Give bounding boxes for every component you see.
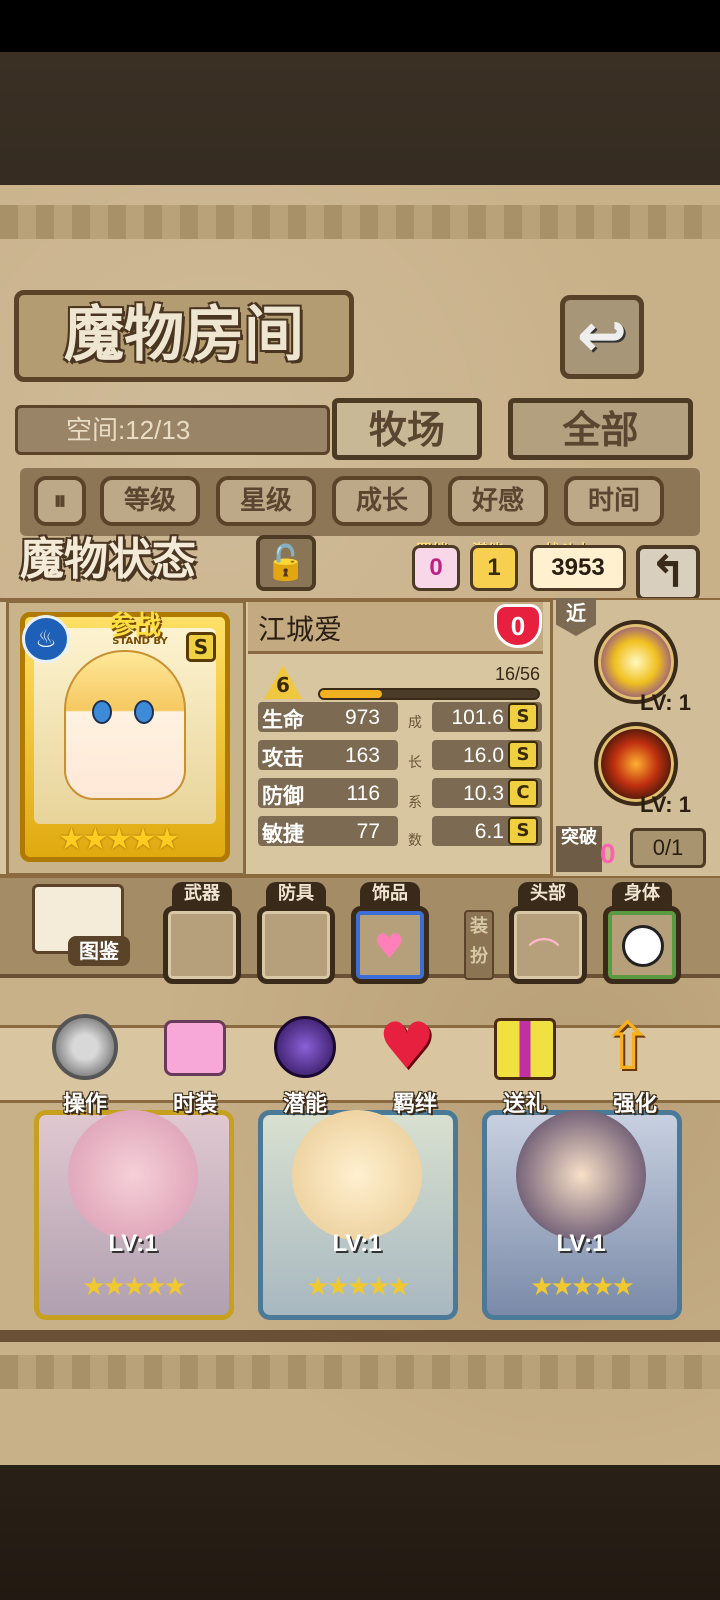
bond-value: 0 bbox=[412, 545, 460, 591]
monster-stars: ★★★★★ bbox=[306, 1272, 411, 1302]
star-rating: ★★★★★ bbox=[58, 822, 180, 857]
hearts-icon: ♥ bbox=[378, 1010, 436, 1084]
body-label: 身体 bbox=[612, 882, 672, 906]
list-bottom-border bbox=[0, 1330, 720, 1342]
growth-label-char: 成 bbox=[408, 715, 422, 731]
operate-label: 操作 bbox=[62, 1092, 107, 1117]
fashion-label: 时装 bbox=[172, 1092, 217, 1117]
lock-icon[interactable]: 🔓 bbox=[256, 535, 316, 591]
headband-icon: ⌒ bbox=[528, 935, 561, 973]
up-arrow-icon: ⇧ bbox=[600, 1008, 656, 1085]
stat-value-def: 116 bbox=[346, 782, 380, 805]
skill-level: LV: 1 bbox=[640, 690, 691, 715]
sort-order-button[interactable]: ⏸ bbox=[34, 476, 86, 526]
zigzag-border-bottom bbox=[0, 1355, 720, 1389]
break-value: 0 bbox=[600, 838, 616, 869]
monster-level: LV:1 bbox=[332, 1230, 382, 1257]
head-label: 头部 bbox=[518, 882, 578, 906]
growth-value-def: 10.3 bbox=[463, 782, 504, 805]
growth-rank-hp: S bbox=[508, 703, 538, 731]
encyclopedia-button[interactable]: 图鉴 bbox=[28, 880, 132, 976]
growth-value-agi: 6.1 bbox=[474, 820, 504, 843]
standby-sub-label: STAND BY bbox=[112, 636, 168, 647]
clothes-icon bbox=[164, 1020, 226, 1076]
gift-icon bbox=[494, 1018, 556, 1080]
growth-label-char: 系 bbox=[408, 795, 422, 811]
skill-level: LV: 1 bbox=[640, 792, 691, 817]
sort-level-button[interactable]: 等级 bbox=[100, 476, 200, 526]
character-name: 江城爱 bbox=[258, 614, 343, 645]
power-value: 3953 bbox=[530, 545, 626, 591]
growth-rank-def: C bbox=[508, 779, 538, 807]
space-counter: 空间:12/13 bbox=[15, 405, 330, 455]
demon-icon bbox=[274, 1016, 336, 1078]
growth-label-char: 数 bbox=[408, 833, 422, 849]
stat-value-hp: 973 bbox=[344, 706, 380, 729]
body-slot[interactable] bbox=[603, 906, 681, 984]
bond-action-label: 羁绊 bbox=[392, 1092, 437, 1117]
exp-text: 16/56 bbox=[494, 664, 540, 684]
sort-affection-button[interactable]: 好感 bbox=[448, 476, 548, 526]
monster-stars: ★★★★★ bbox=[530, 1272, 635, 1302]
rank-badge: S bbox=[186, 632, 216, 662]
monster-portrait bbox=[68, 1110, 198, 1240]
weapon-slot[interactable] bbox=[163, 906, 241, 984]
monster-level: LV:1 bbox=[108, 1230, 158, 1257]
book-label: 图鉴 bbox=[68, 936, 130, 966]
potential-action-label: 潜能 bbox=[282, 1092, 327, 1117]
potential-value: 1 bbox=[470, 545, 518, 591]
sort-time-button[interactable]: 时间 bbox=[564, 476, 664, 526]
armor-slot[interactable] bbox=[257, 906, 335, 984]
accessory-label: 饰品 bbox=[360, 882, 420, 906]
sort-star-button[interactable]: 星级 bbox=[216, 476, 316, 526]
tab-all[interactable]: 全部 bbox=[508, 398, 693, 460]
water-element-icon: ♨ bbox=[22, 615, 70, 663]
upgrade-label: 强化 bbox=[612, 1092, 657, 1117]
growth-rank-agi: S bbox=[508, 817, 538, 845]
growth-value-atk: 16.0 bbox=[463, 744, 504, 767]
accessory-slot[interactable]: ♥ bbox=[351, 906, 429, 984]
exp-bar-fill bbox=[320, 690, 382, 698]
monster-portrait bbox=[292, 1110, 422, 1240]
gift-label: 送礼 bbox=[502, 1092, 547, 1117]
portrait-eye-right bbox=[134, 700, 154, 724]
monster-stars: ★★★★★ bbox=[82, 1272, 187, 1302]
head-slot[interactable]: ⌒ bbox=[509, 906, 587, 984]
monster-portrait bbox=[516, 1110, 646, 1240]
weapon-label: 武器 bbox=[172, 882, 232, 906]
room-title: 魔物房间 bbox=[14, 290, 354, 382]
break-label: 突破 bbox=[556, 826, 602, 872]
paw-icon bbox=[622, 925, 664, 967]
costume-label: 装扮 bbox=[464, 910, 494, 980]
back-button[interactable]: ↰ bbox=[636, 545, 700, 601]
break-progress[interactable]: 0/1 bbox=[630, 828, 706, 868]
zigzag-border-top bbox=[0, 205, 720, 239]
stat-value-atk: 163 bbox=[344, 744, 380, 767]
stat-value-agi: 77 bbox=[356, 820, 380, 843]
tab-ranch[interactable]: 牧场 bbox=[332, 398, 482, 460]
sort-growth-button[interactable]: 成长 bbox=[332, 476, 432, 526]
exit-button[interactable]: ↩ bbox=[560, 295, 644, 379]
status-title: 魔物状态 bbox=[20, 534, 196, 585]
portrait-eye-left bbox=[92, 700, 112, 724]
heart-accessory-icon: ♥ bbox=[374, 927, 405, 967]
growth-rank-atk: S bbox=[508, 741, 538, 769]
gear-icon bbox=[52, 1014, 118, 1080]
character-portrait bbox=[64, 650, 186, 800]
status-bar bbox=[0, 0, 720, 52]
growth-value-hp: 101.6 bbox=[451, 706, 504, 729]
armor-label: 防具 bbox=[266, 882, 326, 906]
growth-label-char: 长 bbox=[408, 755, 422, 771]
monster-level: LV:1 bbox=[556, 1230, 606, 1257]
